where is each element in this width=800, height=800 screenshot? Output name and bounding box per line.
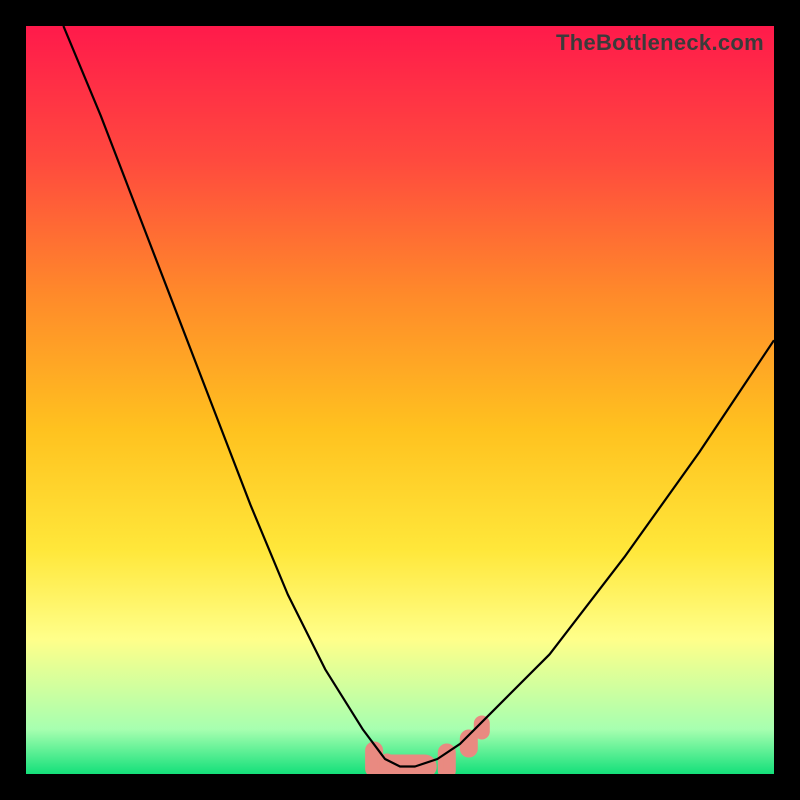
chart-svg <box>26 26 774 774</box>
optimal-zone-pill-1 <box>382 757 392 775</box>
optimal-zone-pill-3 <box>463 733 475 755</box>
chart-frame: TheBottleneck.com <box>0 0 800 800</box>
optimal-zone-bar <box>376 758 434 775</box>
chart-plot-area: TheBottleneck.com <box>26 26 774 774</box>
optimal-zone-pill-0 <box>368 745 380 775</box>
optimal-zone-markers <box>368 719 487 775</box>
optimal-zone-pill-4 <box>477 719 487 737</box>
attribution-label: TheBottleneck.com <box>556 30 764 56</box>
optimal-zone-pill-2 <box>441 747 453 775</box>
bottleneck-curve-path <box>63 26 774 767</box>
